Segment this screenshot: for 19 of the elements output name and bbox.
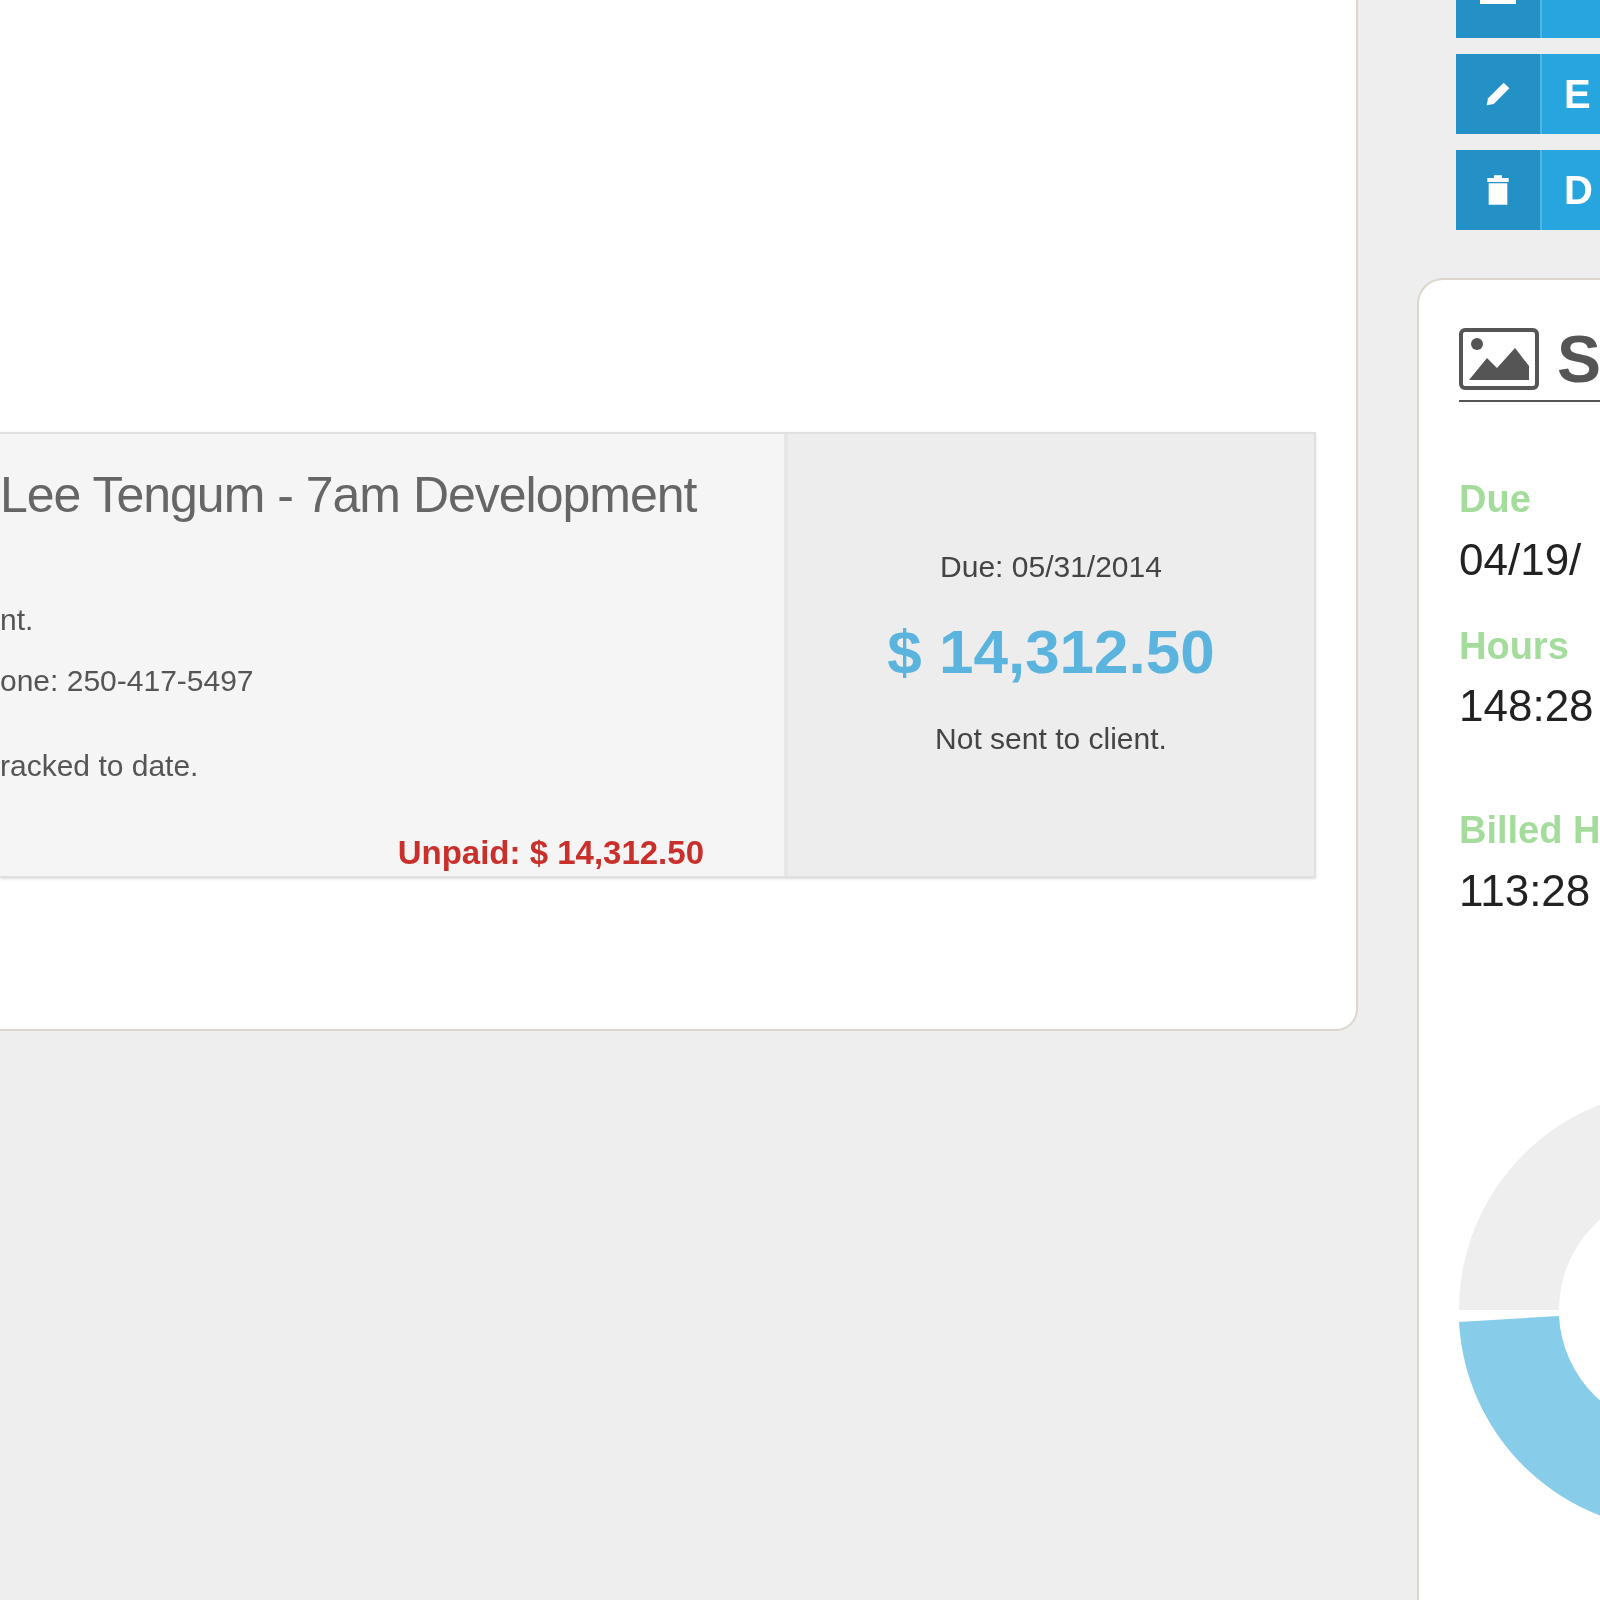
send-status: Not sent to client. <box>935 721 1167 757</box>
action-button[interactable]: E <box>1456 54 1600 134</box>
stat-label: Due <box>1459 477 1532 522</box>
invoice-line: nt. <box>0 601 35 638</box>
image-icon <box>1459 328 1539 390</box>
stat-label: Billed H <box>1459 808 1600 853</box>
stat-value: 04/19/ <box>1459 533 1583 586</box>
stat-value: 113:28 <box>1459 864 1592 917</box>
unpaid-amount: Unpaid: $ 14,312.50 <box>397 832 704 873</box>
trash-icon <box>1484 174 1512 206</box>
stat-value: 148:28 <box>1459 680 1595 732</box>
invoice-total: $ 14,312.50 <box>887 616 1215 688</box>
invoice-line: racked to date. <box>0 747 200 784</box>
invoice-title: Lee Tengum - 7am Development <box>0 466 698 525</box>
stat-label: Hours <box>1459 623 1570 669</box>
due-date: Due: 05/31/2014 <box>940 549 1162 585</box>
summary-title: S <box>1557 326 1600 392</box>
invoice-line: one: 250-417-5497 <box>0 662 255 699</box>
action-button[interactable]: D <box>1456 150 1600 230</box>
